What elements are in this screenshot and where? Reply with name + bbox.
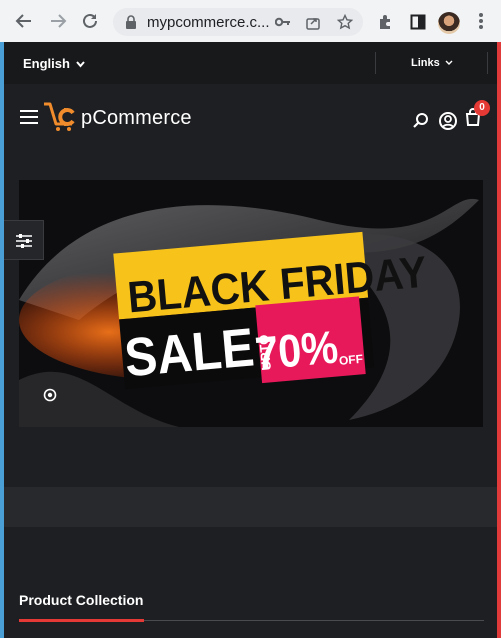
hamburger-menu-icon[interactable] [20,110,38,124]
language-label: English [23,56,70,71]
slider-indicator-icon[interactable] [43,388,57,402]
forward-icon[interactable] [48,11,68,31]
chevron-down-icon [75,61,85,68]
section-divider-band [4,487,497,527]
sliders-icon [16,234,32,248]
banner-percent: 70% [253,321,340,380]
side-panel-icon[interactable] [410,14,426,30]
lock-icon [126,15,136,29]
page-edge [497,42,501,638]
links-label: Links [411,57,440,69]
share-icon[interactable] [305,14,321,30]
user-icon[interactable] [438,111,458,131]
search-icon[interactable] [411,111,431,131]
star-icon[interactable] [337,14,353,30]
site-header: pCommerce [4,84,497,154]
divider [487,52,488,74]
address-bar[interactable]: mypcommerce.c... [113,8,363,36]
back-icon[interactable] [14,11,34,31]
logo-cart-icon[interactable] [42,100,82,134]
banner-artwork: BLACK FRIDAY SALE UPTO 70% OFF [19,180,483,427]
filter-toggle-button[interactable] [4,220,44,260]
reload-icon[interactable] [80,11,100,31]
url-text: mypcommerce.c... [147,14,270,31]
browser-toolbar: mypcommerce.c... [0,0,501,42]
banner-line2: SALE [122,316,256,388]
section-title: Product Collection [19,592,144,608]
key-icon[interactable] [275,16,291,28]
links-dropdown[interactable]: Links [411,57,453,69]
profile-avatar[interactable] [438,12,460,34]
language-selector[interactable]: English [23,56,85,71]
brand-name[interactable]: pCommerce [81,107,192,130]
chevron-down-icon [445,60,453,66]
cart-count-badge: 0 [474,100,490,116]
page: English Links pCommerce 0 BLACK FRIDAY S… [4,42,497,638]
hero-banner[interactable]: BLACK FRIDAY SALE UPTO 70% OFF [19,180,483,427]
section-underline-accent [19,619,144,622]
divider [375,52,376,74]
menu-dots-icon[interactable] [478,12,484,30]
top-bar: English Links [4,42,497,84]
extensions-icon[interactable] [377,14,393,30]
banner-off: OFF [338,352,363,368]
